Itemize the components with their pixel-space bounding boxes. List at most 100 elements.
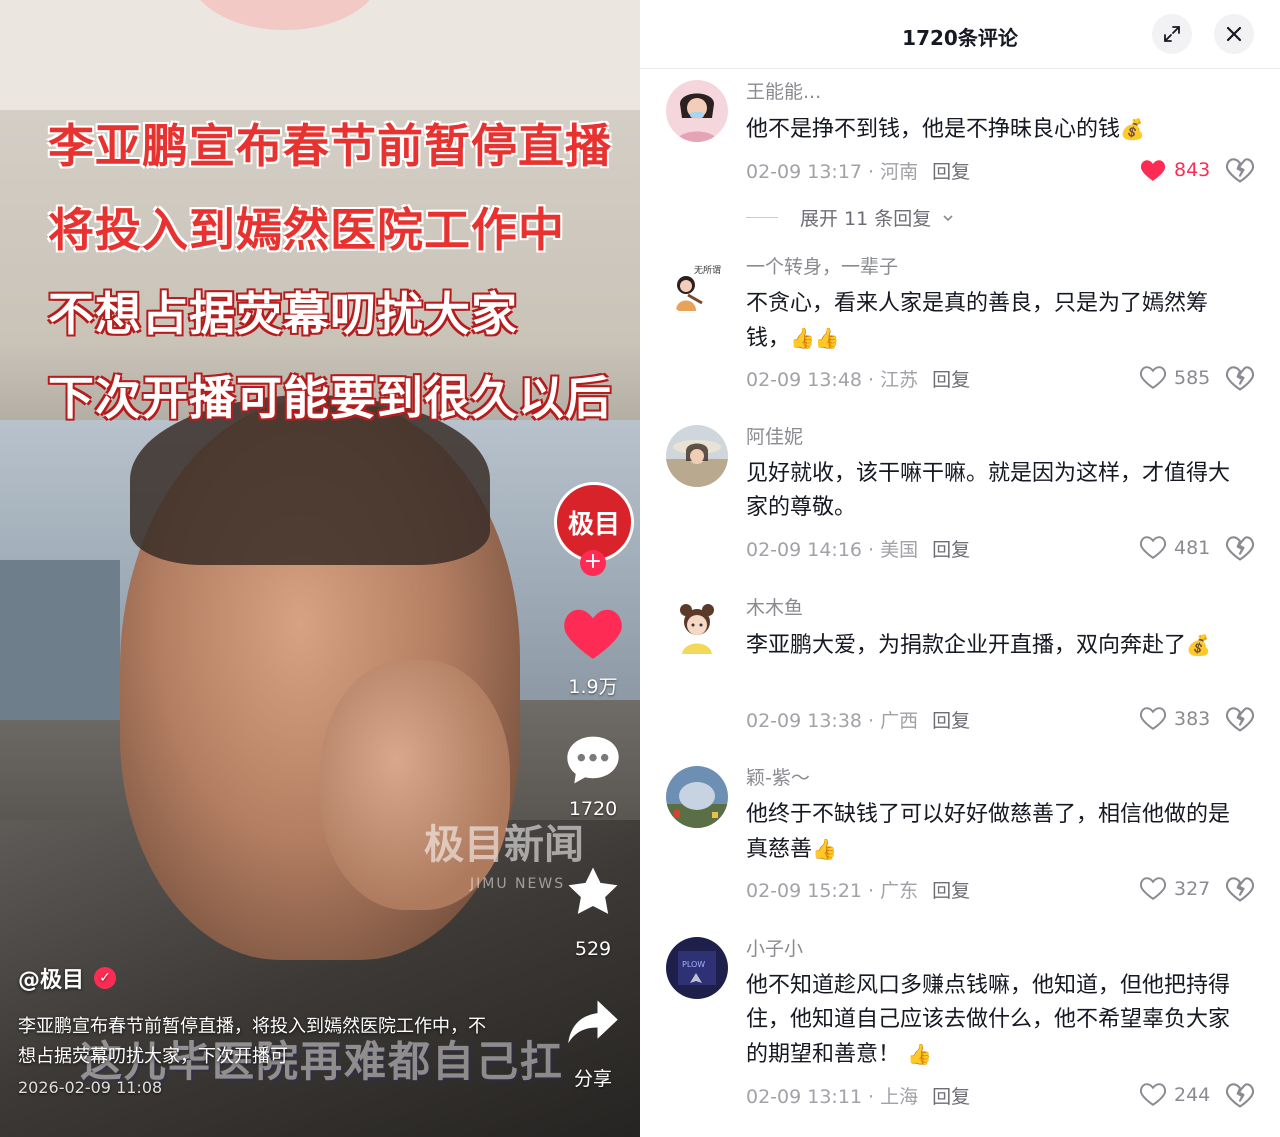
comment-text: 见好就收，该干嘛干嘛。就是因为这样，才值得大家的尊敬。 xyxy=(746,457,1236,525)
comment-like-count: 383 xyxy=(1174,708,1211,730)
reply-button[interactable]: 回复 xyxy=(932,161,970,183)
comment-like-button[interactable]: 327 xyxy=(1140,877,1210,901)
broken-heart-icon xyxy=(1225,707,1255,732)
favorite-count: 529 xyxy=(574,938,612,960)
comment-author[interactable]: 阿佳妮 xyxy=(746,425,803,449)
comment-like-button[interactable]: 585 xyxy=(1140,366,1210,390)
share-arrow-icon xyxy=(568,1000,618,1044)
comment-text: 不贪心，看来人家是真的善良，只是为了嫣然筹钱，👍👍 xyxy=(746,287,1236,356)
comment-time: 02-09 13:48 xyxy=(746,369,863,391)
money-bag-emoji: 💰 xyxy=(1186,633,1211,657)
comment-meta: 02-09 13:11 · 上海 回复 xyxy=(746,1086,971,1108)
comment-like-button[interactable]: 481 xyxy=(1140,536,1210,560)
comment-meta: 02-09 13:48 · 江苏 回复 xyxy=(746,369,971,391)
avatar[interactable] xyxy=(666,766,728,828)
broken-heart-icon xyxy=(1225,1083,1255,1108)
avatar[interactable]: 无所谓 xyxy=(666,255,728,317)
avatar[interactable]: PLOW xyxy=(666,937,728,999)
comment-author[interactable]: 王能能... xyxy=(746,80,821,104)
comment-like-button[interactable]: 383 xyxy=(1140,707,1210,731)
comment-region: 上海 xyxy=(880,1086,919,1108)
dislike-button[interactable] xyxy=(1225,1083,1255,1113)
favorite-button[interactable] xyxy=(548,864,638,924)
chevron-down-icon xyxy=(943,214,953,221)
comment-time: 02-09 13:17 xyxy=(746,161,863,183)
close-button[interactable] xyxy=(1214,14,1254,54)
broken-heart-icon xyxy=(1225,158,1255,183)
comment-text: 他不是挣不到钱，他是不挣昧良心的钱💰 xyxy=(746,112,1236,147)
comment-like-count: 481 xyxy=(1174,537,1211,559)
comment-text: 他不知道趁风口多赚点钱嘛，他知道，但他把持得住，他知道自己应该去做什么，他不希望… xyxy=(746,969,1236,1072)
comment-text: 他终于不缺钱了可以好好做慈善了，相信他做的是真慈善👍 xyxy=(746,798,1236,867)
heart-outline-icon xyxy=(1140,366,1166,389)
heart-outline-icon xyxy=(1140,707,1166,730)
comment-button[interactable] xyxy=(548,734,638,790)
dislike-button[interactable] xyxy=(1225,158,1255,188)
share-button[interactable] xyxy=(548,998,638,1052)
expand-replies-button[interactable]: 展开 11 条回复 xyxy=(746,204,955,231)
reply-button[interactable]: 回复 xyxy=(932,1086,970,1108)
like-button[interactable] xyxy=(548,604,638,666)
comment-time: 02-09 13:38 xyxy=(746,710,863,732)
video-description: 李亚鹏宣布春节前暂停直播，将投入到嫣然医院工作中，不想占据荧幕叨扰大家，下次开播… xyxy=(18,1016,486,1067)
comment-text: 李亚鹏大爱，为捐款企业开直播，双向奔赴了💰 xyxy=(746,628,1236,663)
comment-like-button[interactable]: 843 xyxy=(1140,158,1210,182)
headline-line-1: 李亚鹏宣布春节前暂停直播 xyxy=(48,119,612,173)
dislike-button[interactable] xyxy=(1225,366,1255,396)
share-label: 分享 xyxy=(573,1068,612,1090)
like-count: 1.9万 xyxy=(568,676,618,698)
expand-icon xyxy=(1164,26,1180,42)
author-name[interactable]: @极目 ✓ xyxy=(18,962,117,994)
comment-like-count: 327 xyxy=(1174,878,1211,900)
avatar[interactable] xyxy=(666,425,728,487)
news-watermark: 极目新闻 xyxy=(424,821,584,868)
money-bag-emoji: 💰 xyxy=(1120,117,1145,141)
follow-button[interactable]: + xyxy=(580,550,606,576)
comment-meta: 02-09 13:17 · 河南 回复 xyxy=(746,161,971,183)
comment-region: 美国 xyxy=(880,539,919,561)
reply-button[interactable]: 回复 xyxy=(932,880,970,902)
verified-icon: ✓ xyxy=(94,967,117,989)
reply-button[interactable]: 回复 xyxy=(932,710,970,732)
reply-button[interactable]: 回复 xyxy=(932,539,970,561)
video-date: 2026-02-09 11:08 xyxy=(18,1078,163,1097)
headline-line-4: 下次开播可能要到很久以后 xyxy=(48,371,612,425)
expand-button[interactable] xyxy=(1152,14,1192,54)
divider xyxy=(746,217,778,218)
comment-like-button[interactable]: 244 xyxy=(1140,1083,1210,1107)
dislike-button[interactable] xyxy=(1225,536,1255,566)
dislike-button[interactable] xyxy=(1225,707,1255,737)
svg-text:PLOW: PLOW xyxy=(682,960,705,969)
heart-outline-icon xyxy=(1140,536,1166,559)
comments-header: 1720条评论 xyxy=(640,0,1280,69)
comment-region: 江苏 xyxy=(880,369,919,391)
comment-like-count: 843 xyxy=(1174,159,1211,181)
comment-author[interactable]: 一个转身，一辈子 xyxy=(746,255,898,279)
comment-time: 02-09 13:11 xyxy=(746,1086,863,1108)
comment-time: 02-09 14:16 xyxy=(746,539,863,561)
comment-meta: 02-09 14:16 · 美国 回复 xyxy=(746,539,971,561)
comment-like-count: 585 xyxy=(1174,367,1211,389)
avatar[interactable] xyxy=(666,80,728,142)
comment-region: 河南 xyxy=(880,161,919,183)
heart-outline-icon xyxy=(1140,1083,1166,1106)
comment-author[interactable]: 木木鱼 xyxy=(746,596,803,620)
expand-replies-label[interactable]: 展开 11 条回复 xyxy=(800,204,931,231)
video-headline: 李亚鹏宣布春节前暂停直播 将投入到嫣然医院工作中 不想占据荧幕叨扰大家 下次开播… xyxy=(48,104,612,440)
broken-heart-icon xyxy=(1225,536,1255,561)
comment-like-count: 244 xyxy=(1174,1084,1211,1106)
comments-panel: 1720条评论 王能能... 他不是挣不到钱，他是不挣昧良心的钱💰 02-09 … xyxy=(640,0,1280,1137)
author-handle[interactable]: @极目 xyxy=(18,962,84,994)
comment-author[interactable]: 小子小 xyxy=(746,937,803,961)
heart-icon xyxy=(564,609,622,659)
comment-author[interactable]: 颖-紫～ xyxy=(746,766,810,790)
comment-count: 1720 xyxy=(568,798,618,820)
avatar[interactable] xyxy=(666,596,728,658)
dislike-button[interactable] xyxy=(1225,877,1255,907)
broken-heart-icon xyxy=(1225,366,1255,391)
broken-heart-icon xyxy=(1225,877,1255,902)
reply-button[interactable]: 回复 xyxy=(932,369,970,391)
comment-body: 见好就收，该干嘛干嘛。就是因为这样，才值得大家的尊敬。 xyxy=(746,461,1231,520)
comment-meta: 02-09 13:38 · 广西 回复 xyxy=(746,710,971,732)
video-player[interactable]: 李亚鹏宣布春节前暂停直播 将投入到嫣然医院工作中 不想占据荧幕叨扰大家 下次开播… xyxy=(0,0,640,1137)
